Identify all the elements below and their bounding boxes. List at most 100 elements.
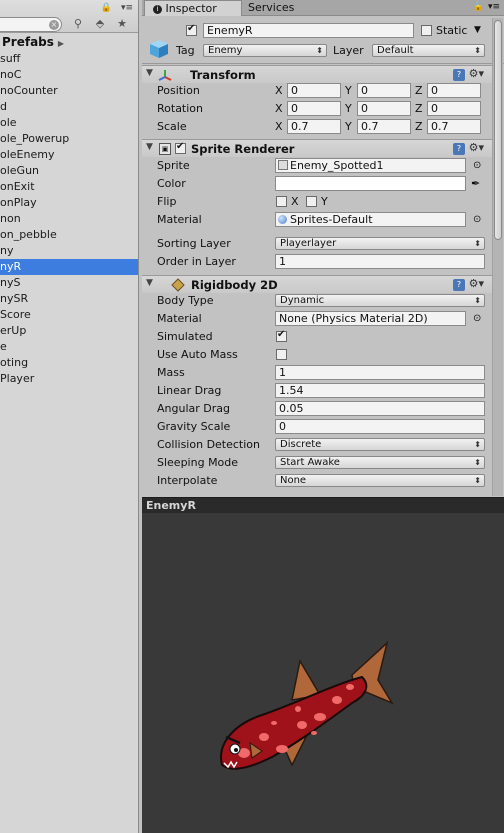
- list-item[interactable]: suff: [0, 51, 138, 67]
- scale-y-field[interactable]: 0.7: [357, 119, 411, 134]
- position-z-axis-label[interactable]: Z: [415, 83, 423, 98]
- physics-material-field[interactable]: None (Physics Material 2D): [275, 311, 466, 326]
- preview-title[interactable]: EnemyR: [142, 497, 504, 513]
- mass-field[interactable]: 1: [275, 365, 485, 380]
- active-checkbox[interactable]: [186, 23, 197, 36]
- breadcrumb-arrow-icon: ▶: [57, 39, 65, 48]
- help-icon[interactable]: ?: [453, 69, 465, 81]
- tab-services[interactable]: Services: [240, 0, 302, 16]
- gear-icon[interactable]: ⚙▾: [469, 141, 484, 154]
- object-name-field[interactable]: EnemyR: [203, 23, 414, 38]
- position-x-axis-label[interactable]: X: [275, 83, 283, 98]
- help-icon[interactable]: ?: [453, 279, 465, 291]
- gravity-scale-label: Gravity Scale: [157, 420, 231, 433]
- scale-y-axis-label[interactable]: Y: [345, 119, 352, 134]
- filter-by-type-icon[interactable]: ⚲: [68, 16, 88, 32]
- list-item[interactable]: ny: [0, 243, 138, 259]
- layer-dropdown[interactable]: Default: [372, 44, 485, 57]
- color-swatch[interactable]: [275, 176, 466, 191]
- gear-icon[interactable]: ⚙▾: [469, 277, 484, 290]
- list-item[interactable]: ole: [0, 115, 138, 131]
- body-type-dropdown[interactable]: Dynamic: [275, 294, 485, 307]
- list-item[interactable]: noC: [0, 67, 138, 83]
- fold-arrow-icon[interactable]: ▼: [146, 68, 153, 78]
- position-y-axis-label[interactable]: Y: [345, 83, 352, 98]
- panel-menu-icon[interactable]: ▾≡: [121, 3, 133, 13]
- eyedropper-icon[interactable]: ✒: [471, 176, 480, 191]
- gear-icon[interactable]: ⚙▾: [469, 67, 484, 80]
- list-item[interactable]: oleGun: [0, 163, 138, 179]
- angular-drag-field[interactable]: 0.05: [275, 401, 485, 416]
- gravity-scale-field[interactable]: 0: [275, 419, 485, 434]
- rotation-z-axis-label[interactable]: Z: [415, 101, 423, 116]
- list-item[interactable]: oting: [0, 355, 138, 371]
- list-item[interactable]: Score: [0, 307, 138, 323]
- collision-detection-dropdown[interactable]: Discrete: [275, 438, 485, 451]
- rigidbody2d-header[interactable]: ▼ Rigidbody 2D ? ⚙▾: [142, 275, 492, 293]
- fold-arrow-icon[interactable]: ▼: [146, 278, 153, 288]
- static-dropdown-icon[interactable]: ▼: [474, 23, 481, 38]
- sprite-field[interactable]: Enemy_Spotted1: [275, 158, 466, 173]
- lock-icon[interactable]: 🔒: [101, 3, 112, 13]
- flip-x-checkbox[interactable]: [276, 196, 287, 207]
- list-item[interactable]: nyR: [0, 259, 138, 275]
- rotation-y-axis-label[interactable]: Y: [345, 101, 352, 116]
- rotation-z-field[interactable]: 0: [427, 101, 481, 116]
- sleeping-mode-dropdown[interactable]: Start Awake: [275, 456, 485, 469]
- scale-z-field[interactable]: 0.7: [427, 119, 481, 134]
- list-item[interactable]: noCounter: [0, 83, 138, 99]
- rotation-x-field[interactable]: 0: [287, 101, 341, 116]
- fold-arrow-icon[interactable]: ▼: [146, 142, 153, 152]
- interpolate-dropdown[interactable]: None: [275, 474, 485, 487]
- inspector-scrollbar[interactable]: [492, 18, 503, 496]
- rotation-x-axis-label[interactable]: X: [275, 101, 283, 116]
- filter-by-label-icon[interactable]: ⬘: [90, 16, 110, 32]
- list-item[interactable]: nySR: [0, 291, 138, 307]
- material-field[interactable]: Sprites-Default: [275, 212, 466, 227]
- scale-z-axis-label[interactable]: Z: [415, 119, 423, 134]
- tab-inspector[interactable]: i Inspector: [144, 0, 242, 16]
- inspector-menu-icon[interactable]: ▾≡: [488, 2, 500, 12]
- simulated-checkbox[interactable]: [276, 329, 287, 342]
- tag-dropdown[interactable]: Enemy: [203, 44, 327, 57]
- list-item[interactable]: erUp: [0, 323, 138, 339]
- favorites-star-icon[interactable]: ★: [112, 16, 132, 32]
- list-item[interactable]: e: [0, 339, 138, 355]
- order-in-layer-field[interactable]: 1: [275, 254, 485, 269]
- material-value: Sprites-Default: [290, 213, 373, 226]
- scale-x-axis-label[interactable]: X: [275, 119, 283, 134]
- sprite-renderer-header[interactable]: ▼ ▣ Sprite Renderer ? ⚙▾: [142, 139, 492, 157]
- linear-drag-field[interactable]: 1.54: [275, 383, 485, 398]
- inspector-lock-icon[interactable]: 🔒: [473, 2, 484, 12]
- object-picker-icon[interactable]: ⊙: [473, 311, 481, 326]
- object-picker-icon[interactable]: ⊙: [473, 158, 481, 173]
- list-item[interactable]: onPlay: [0, 195, 138, 211]
- clear-search-icon[interactable]: ×: [49, 20, 59, 30]
- sorting-layer-dropdown[interactable]: Playerlayer: [275, 237, 485, 250]
- list-item[interactable]: d: [0, 99, 138, 115]
- folder-title[interactable]: Prefabs ▶: [0, 33, 138, 51]
- list-item[interactable]: on_pebble: [0, 227, 138, 243]
- flip-y-checkbox[interactable]: [306, 196, 317, 207]
- list-item[interactable]: non: [0, 211, 138, 227]
- object-picker-icon[interactable]: ⊙: [473, 212, 481, 227]
- position-label: Position: [157, 84, 200, 97]
- rotation-y-field[interactable]: 0: [357, 101, 411, 116]
- project-search-input[interactable]: ×: [0, 17, 62, 32]
- list-item[interactable]: Player: [0, 371, 138, 387]
- position-x-field[interactable]: 0: [287, 83, 341, 98]
- transform-header[interactable]: ▼ Transform ? ⚙▾: [142, 65, 492, 83]
- list-item[interactable]: onExit: [0, 179, 138, 195]
- position-y-field[interactable]: 0: [357, 83, 411, 98]
- scale-x-field[interactable]: 0.7: [287, 119, 341, 134]
- list-item[interactable]: ole_Powerup: [0, 131, 138, 147]
- help-icon[interactable]: ?: [453, 143, 465, 155]
- list-item[interactable]: oleEnemy: [0, 147, 138, 163]
- inspector-tabs: i Inspector Services 🔒 ▾≡: [142, 0, 504, 16]
- position-z-field[interactable]: 0: [427, 83, 481, 98]
- sprite-renderer-enabled-checkbox[interactable]: [175, 141, 186, 154]
- list-item[interactable]: nyS: [0, 275, 138, 291]
- static-checkbox[interactable]: [421, 25, 432, 36]
- scrollbar-thumb[interactable]: [494, 20, 502, 240]
- use-auto-mass-checkbox[interactable]: [276, 349, 287, 360]
